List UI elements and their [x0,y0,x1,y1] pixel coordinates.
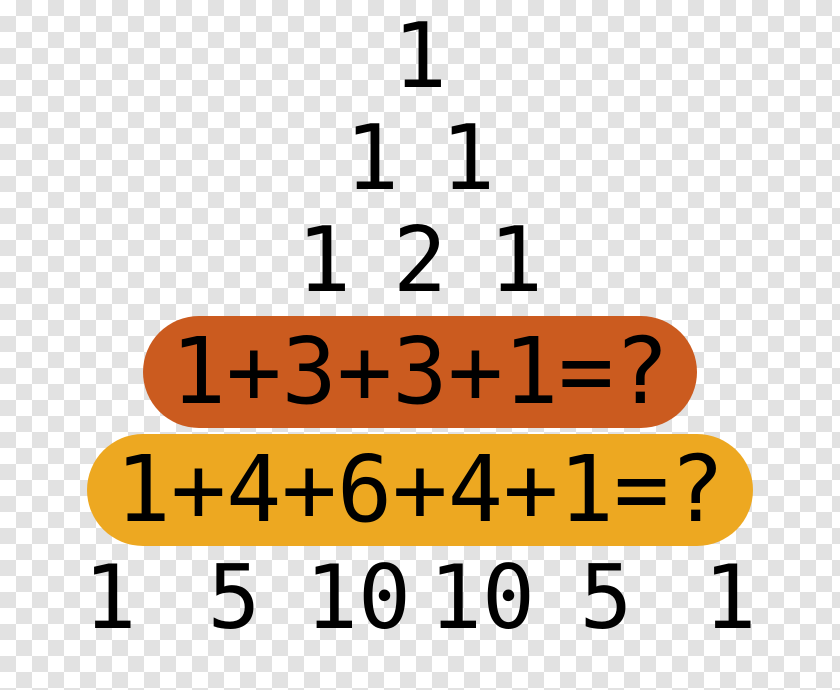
triangle-row-0: 1 [372,6,468,108]
triangle-row-2: 1 2 1 [276,210,564,312]
triangle-row-4-sum: 1+4+6+4+1=? [87,434,752,546]
triangle-row-3-sum: 1+3+3+1=? [143,316,698,428]
triangle-cell: 1 [372,12,468,102]
row-sum-expression: 1+3+3+1=? [171,326,670,418]
triangle-cell: 5 [544,554,668,642]
triangle-cell: 1 [668,554,792,642]
pascals-triangle: 1 1 1 1 2 1 1+3+3+1=? 1+4+6+4+1=? 1 5 10… [0,0,840,690]
triangle-cell: 5 [172,554,296,642]
triangle-cell: 1 [276,216,372,306]
row-sum-expression: 1+4+6+4+1=? [115,444,724,536]
triangle-cell: 1 [468,216,564,306]
triangle-cell: 2 [372,216,468,306]
triangle-cell: 1 [420,114,516,204]
triangle-cell: 1 [324,114,420,204]
triangle-cell: 10 [296,554,420,642]
triangle-row-5: 1 5 10 10 5 1 [48,550,792,646]
triangle-cell: 1 [48,554,172,642]
triangle-cell: 10 [420,554,544,642]
triangle-row-1: 1 1 [324,108,516,210]
